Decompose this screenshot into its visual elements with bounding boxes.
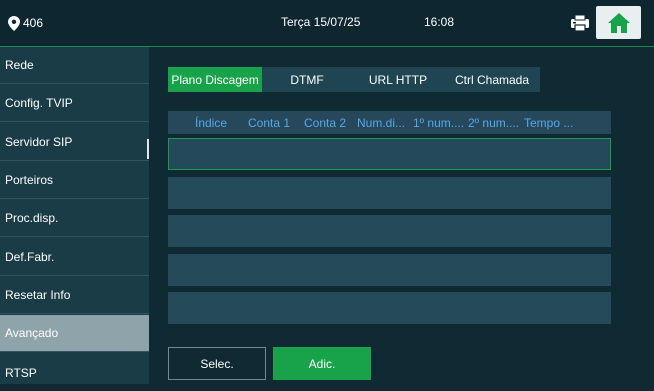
table-row[interactable] bbox=[168, 292, 611, 324]
printer-icon[interactable] bbox=[570, 14, 590, 32]
main-content: Plano Discagem DTMF URL HTTP Ctrl Chamad… bbox=[150, 47, 654, 384]
table-header: Índice Conta 1 Conta 2 Num.di... 1º num.… bbox=[168, 111, 611, 134]
column-header-tempo: Tempo ... bbox=[524, 116, 574, 130]
sidebar-item-porteiros[interactable]: Porteiros bbox=[0, 162, 149, 199]
table-row[interactable] bbox=[168, 215, 611, 247]
top-bar: 406 Terça 15/07/25 16:08 bbox=[0, 0, 654, 47]
column-header-num-discagem: Num.di... bbox=[357, 116, 406, 130]
sidebar-item-avancado[interactable]: Avançado bbox=[0, 315, 149, 352]
date-label: Terça 15/07/25 bbox=[281, 15, 361, 29]
column-header-indice: Índice bbox=[195, 116, 228, 130]
location-indicator: 406 bbox=[8, 14, 43, 32]
home-icon bbox=[607, 12, 630, 33]
select-button[interactable]: Selec. bbox=[168, 347, 266, 380]
sidebar-item-rtsp[interactable]: RTSP bbox=[0, 354, 149, 391]
column-header-conta-2: Conta 2 bbox=[304, 116, 347, 130]
sidebar-item-resetar-info[interactable]: Resetar Info bbox=[0, 277, 149, 314]
column-header-primeiro-numero: 1º num.... bbox=[413, 116, 465, 130]
time-label: 16:08 bbox=[424, 15, 455, 29]
location-pin-icon bbox=[8, 15, 20, 31]
add-button[interactable]: Adic. bbox=[273, 347, 371, 380]
home-button[interactable] bbox=[596, 6, 641, 39]
tab-bar: Plano Discagem DTMF URL HTTP Ctrl Chamad… bbox=[168, 67, 540, 92]
sidebar: Rede Config. TVIP Servidor SIP Porteiros… bbox=[0, 47, 149, 384]
table-row[interactable] bbox=[168, 138, 611, 170]
table-row[interactable] bbox=[168, 177, 611, 209]
tab-ctrl-chamada[interactable]: Ctrl Chamada bbox=[444, 67, 540, 92]
sidebar-item-config-tvip[interactable]: Config. TVIP bbox=[0, 85, 149, 122]
table-row[interactable] bbox=[168, 254, 611, 286]
sidebar-item-def-fabr[interactable]: Def.Fabr. bbox=[0, 239, 149, 276]
tab-dtmf[interactable]: DTMF bbox=[262, 67, 352, 92]
sidebar-scrollbar[interactable] bbox=[147, 139, 149, 159]
location-label: 406 bbox=[23, 16, 44, 30]
sidebar-item-proc-disp[interactable]: Proc.disp. bbox=[0, 200, 149, 237]
sidebar-item-servidor-sip[interactable]: Servidor SIP bbox=[0, 124, 149, 161]
tab-plano-discagem[interactable]: Plano Discagem bbox=[168, 67, 262, 92]
sidebar-item-rede[interactable]: Rede bbox=[0, 47, 149, 84]
column-header-conta-1: Conta 1 bbox=[248, 116, 291, 130]
tab-url-http[interactable]: URL HTTP bbox=[352, 67, 444, 92]
column-header-segundo-numero: 2º num.... bbox=[468, 116, 520, 130]
